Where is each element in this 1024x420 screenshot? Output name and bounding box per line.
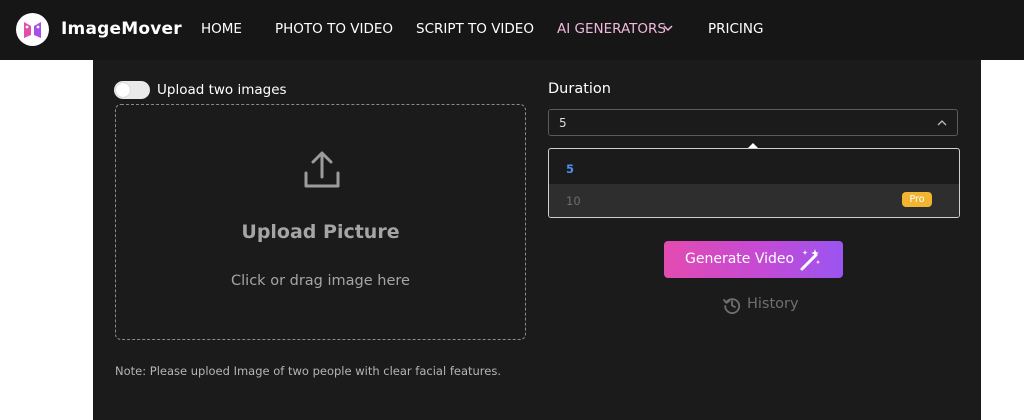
pro-badge: Pro	[902, 192, 932, 207]
upload-title: Upload Picture	[241, 221, 400, 243]
duration-option-10[interactable]: 10 Pro	[549, 184, 959, 217]
nav-script-to-video[interactable]: SCRIPT TO VIDEO	[416, 21, 534, 37]
upload-icon	[304, 151, 340, 188]
generate-video-button[interactable]: Generate Video	[664, 241, 843, 278]
nav-ai-generators[interactable]: AI GENERATORS	[557, 21, 666, 37]
duration-option-5[interactable]: 5	[549, 152, 959, 185]
magic-wand-icon	[800, 249, 820, 271]
imagemover-logo-icon[interactable]	[16, 13, 49, 46]
duration-selected-value: 5	[559, 116, 567, 130]
duration-dropdown: 5 10 Pro	[548, 148, 960, 218]
upload-subtitle: Click or drag image here	[231, 273, 410, 289]
nav-photo-to-video[interactable]: PHOTO TO VIDEO	[275, 21, 393, 37]
option-label: 10	[566, 194, 581, 208]
chevron-up-icon	[937, 120, 947, 126]
brand-name[interactable]: ImageMover	[61, 19, 182, 39]
chevron-down-icon[interactable]	[662, 22, 674, 34]
option-label: 5	[566, 162, 575, 176]
upload-two-images-toggle[interactable]	[114, 81, 150, 99]
nav-home[interactable]: HOME	[201, 21, 242, 37]
duration-label: Duration	[548, 81, 611, 97]
generate-video-label: Generate Video	[685, 251, 795, 267]
toggle-knob	[116, 83, 130, 97]
upload-note: Note: Please uploed Image of two people …	[115, 364, 501, 378]
top-navbar: ImageMover HOME PHOTO TO VIDEO SCRIPT TO…	[0, 0, 1024, 60]
image-upload-dropzone[interactable]: Upload Picture Click or drag image here	[115, 104, 526, 340]
history-icon	[723, 298, 741, 314]
history-label: History	[747, 296, 799, 312]
nav-pricing[interactable]: PRICING	[708, 21, 763, 37]
duration-select[interactable]: 5	[548, 109, 958, 136]
upload-two-images-label: Upload two images	[157, 82, 287, 98]
